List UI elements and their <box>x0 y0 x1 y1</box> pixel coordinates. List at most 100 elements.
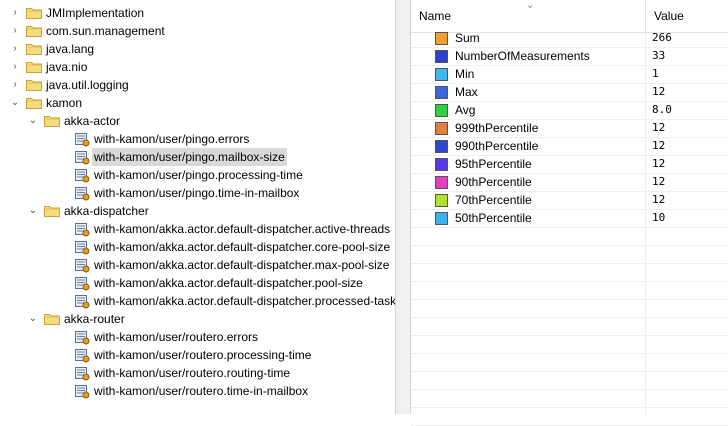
tree-item-label: with-kamon/user/routero.errors <box>94 330 259 344</box>
row-separator <box>411 191 728 192</box>
color-swatch[interactable] <box>435 176 448 189</box>
row-separator <box>411 65 728 66</box>
color-swatch[interactable] <box>435 104 448 117</box>
column-header-name-label: Name <box>419 9 452 23</box>
chevron-right-icon[interactable]: › <box>10 61 20 73</box>
tree-item-label: with-kamon/user/routero.time-in-mailbox <box>94 384 309 398</box>
row-separator <box>411 389 728 390</box>
color-swatch[interactable] <box>435 50 448 63</box>
folder-icon <box>44 313 60 325</box>
table-row[interactable]: Max 12 <box>411 83 728 101</box>
table-row[interactable]: NumberOfMeasurements 33 <box>411 47 728 65</box>
tree-item-label: akka-router <box>64 312 125 326</box>
mbean-icon <box>74 365 90 381</box>
tree-item-label: with-kamon/user/routero.routing-time <box>94 366 291 380</box>
attribute-value: 12 <box>652 121 666 134</box>
row-separator <box>411 263 728 264</box>
row-separator <box>411 245 728 246</box>
attribute-value: 1 <box>652 67 659 80</box>
color-swatch[interactable] <box>435 68 448 81</box>
tree-item-label: with-kamon/akka.actor.default-dispatcher… <box>94 276 363 290</box>
tree-item-label: akka-dispatcher <box>64 204 149 218</box>
attribute-name: 70thPercentile <box>455 193 532 207</box>
row-separator <box>411 83 728 84</box>
table-row[interactable]: 90thPercentile 12 <box>411 173 728 191</box>
color-swatch[interactable] <box>435 122 448 135</box>
attribute-name: NumberOfMeasurements <box>455 49 590 63</box>
chevron-down-icon[interactable]: ⌄ <box>28 313 38 325</box>
row-separator <box>411 173 728 174</box>
mbean-icon <box>74 257 90 273</box>
tree-item-label: with-kamon/akka.actor.default-dispatcher… <box>94 222 391 236</box>
mbean-icon <box>74 275 90 291</box>
attribute-name: Max <box>455 85 478 99</box>
color-swatch[interactable] <box>435 86 448 99</box>
color-swatch[interactable] <box>435 194 448 207</box>
color-swatch[interactable] <box>435 32 448 45</box>
tree-item-label: with-kamon/user/pingo.mailbox-size <box>92 148 287 166</box>
row-separator <box>411 227 728 228</box>
folder-icon <box>26 7 42 19</box>
tree-item-label: with-kamon/akka.actor.default-dispatcher… <box>94 240 391 254</box>
tree-item-label: with-kamon/akka.actor.default-dispatcher… <box>94 258 390 272</box>
chevron-right-icon[interactable]: › <box>10 79 20 91</box>
attribute-name: Avg <box>455 103 476 117</box>
split-gap[interactable] <box>396 0 410 414</box>
mbean-icon <box>74 329 90 345</box>
chevron-down-icon[interactable]: ⌄ <box>28 205 38 217</box>
table-row[interactable]: 999thPercentile 12 <box>411 119 728 137</box>
row-separator <box>411 137 728 138</box>
tree-item-label: java.lang <box>46 42 95 56</box>
attribute-value: 266 <box>652 31 672 44</box>
table-row[interactable]: 990thPercentile 12 <box>411 137 728 155</box>
tree-item-label: with-kamon/user/pingo.errors <box>94 132 250 146</box>
table-row[interactable]: Min 1 <box>411 65 728 83</box>
attribute-name: 50thPercentile <box>455 211 532 225</box>
attribute-value: 12 <box>652 157 666 170</box>
chevron-down-icon[interactable]: ⌄ <box>10 97 20 109</box>
tree-item-label: java.util.logging <box>46 78 129 92</box>
attribute-value: 10 <box>652 211 666 224</box>
mbean-icon <box>74 149 90 165</box>
tree-item-label: JMImplementation <box>46 6 145 20</box>
attribute-name: 90thPercentile <box>455 175 532 189</box>
mbean-icon <box>74 239 90 255</box>
attribute-value: 12 <box>652 85 666 98</box>
tree-item-label: com.sun.management <box>46 24 165 38</box>
row-separator <box>411 101 728 102</box>
table-row[interactable]: Sum 266 <box>411 29 728 47</box>
tree-item-label: with-kamon/user/pingo.processing-time <box>94 168 303 182</box>
tree-item-label: kamon <box>46 96 83 110</box>
attribute-name: Sum <box>455 31 480 45</box>
table-row[interactable]: 50thPercentile 10 <box>411 209 728 227</box>
attribute-value: 12 <box>652 193 666 206</box>
tree-item-label: with-kamon/user/pingo.time-in-mailbox <box>94 186 300 200</box>
table-row[interactable]: 70thPercentile 12 <box>411 191 728 209</box>
attribute-name: Min <box>455 67 475 81</box>
tree-item-label: with-kamon/akka.actor.default-dispatcher… <box>94 294 396 308</box>
attribute-name: 95thPercentile <box>455 157 532 171</box>
folder-icon <box>26 97 42 109</box>
chevron-down-icon[interactable]: ⌄ <box>28 115 38 127</box>
row-separator <box>411 317 728 318</box>
mbean-tree[interactable]: › JMImplementation › com.sun.management › jav… <box>0 0 396 414</box>
tree-item-label: akka-actor <box>64 114 121 128</box>
color-swatch[interactable] <box>435 140 448 153</box>
chevron-right-icon[interactable]: › <box>10 7 20 19</box>
table-row[interactable]: Avg 8.0 <box>411 101 728 119</box>
folder-icon <box>26 25 42 37</box>
attribute-value: 12 <box>652 139 666 152</box>
row-separator <box>411 281 728 282</box>
folder-icon <box>44 205 60 217</box>
color-swatch[interactable] <box>435 158 448 171</box>
mbean-icon <box>74 293 90 309</box>
mbean-icon <box>74 347 90 363</box>
sort-chevron-icon: ⌄ <box>526 0 535 11</box>
color-swatch[interactable] <box>435 212 448 225</box>
chevron-right-icon[interactable]: › <box>10 43 20 55</box>
chevron-right-icon[interactable]: › <box>10 25 20 37</box>
folder-icon <box>44 115 60 127</box>
table-row[interactable]: 95thPercentile 12 <box>411 155 728 173</box>
row-separator <box>411 299 728 300</box>
column-header-value-label: Value <box>654 9 684 23</box>
